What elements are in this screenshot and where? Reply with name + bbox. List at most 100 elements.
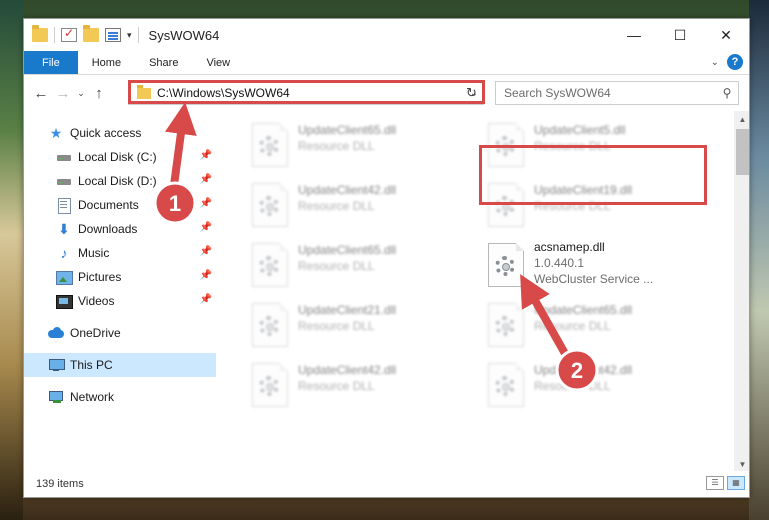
- up-button[interactable]: ↑: [88, 85, 110, 102]
- scroll-up-icon[interactable]: ▲: [734, 111, 749, 128]
- address-highlight-box: [128, 80, 485, 104]
- documents-icon: [56, 198, 72, 214]
- search-icon[interactable]: ⚲: [716, 86, 738, 100]
- pin-icon[interactable]: 📌: [200, 270, 212, 281]
- search-box[interactable]: Search SysWOW64 ⚲: [495, 81, 739, 105]
- gear-icon: [259, 196, 279, 216]
- gear-icon: [259, 256, 279, 276]
- new-folder-icon[interactable]: [83, 25, 99, 42]
- details-view-icon[interactable]: ☰: [706, 476, 724, 490]
- sidebar-item-documents[interactable]: Documents 📌: [24, 193, 216, 217]
- item-count: 139 items: [36, 478, 84, 490]
- file-type: Resource DLL: [298, 139, 375, 153]
- recent-locations-dropdown-icon[interactable]: ⌄: [74, 88, 88, 99]
- file-version: 1.0.440.1: [534, 256, 585, 270]
- search-input[interactable]: Search SysWOW64: [504, 86, 716, 100]
- scrollbar-thumb[interactable]: [736, 129, 749, 175]
- properties-list-icon[interactable]: [105, 28, 121, 42]
- dll-file-icon: [252, 183, 288, 227]
- pin-icon[interactable]: 📌: [200, 246, 212, 257]
- sidebar-item-label: This PC: [70, 358, 113, 372]
- sidebar-item-label: Local Disk (C:): [78, 150, 157, 164]
- sidebar-item-label: Network: [70, 390, 115, 404]
- sidebar-item-label: Local Disk (D:): [78, 174, 157, 188]
- vertical-scrollbar[interactable]: ▲ ▼: [734, 111, 749, 473]
- gear-icon: [495, 316, 515, 336]
- sidebar-item-pictures[interactable]: Pictures 📌: [24, 265, 216, 289]
- desktop-background-right: [749, 0, 769, 520]
- tab-home[interactable]: Home: [78, 51, 135, 74]
- toolbar-divider: [54, 27, 55, 43]
- dll-file-icon: [252, 123, 288, 167]
- pin-icon[interactable]: 📌: [200, 294, 212, 305]
- file-description: WebCluster Service ...: [534, 272, 654, 286]
- expand-ribbon-chevron-icon[interactable]: ⌄: [711, 57, 719, 68]
- file-item[interactable]: UpdateClient65.dll Resource DLL: [480, 297, 710, 353]
- tab-view[interactable]: View: [192, 51, 244, 74]
- sidebar-item-local-disk-d[interactable]: Local Disk (D:) 📌: [24, 169, 216, 193]
- pin-icon[interactable]: 📌: [200, 222, 212, 233]
- cloud-icon: [48, 326, 64, 340]
- sidebar-item-label: Documents: [78, 198, 139, 212]
- help-icon[interactable]: ?: [727, 54, 743, 70]
- drive-icon: [56, 150, 72, 164]
- large-icons-view-icon[interactable]: ▦: [727, 476, 745, 490]
- sidebar-item-onedrive[interactable]: OneDrive: [24, 321, 216, 345]
- download-arrow-icon: ⬇: [58, 221, 70, 237]
- navigation-pane: ★ Quick access Local Disk (C:) 📌 Local D…: [24, 111, 216, 473]
- videos-icon: [56, 294, 73, 309]
- sidebar-item-network[interactable]: Network: [24, 385, 216, 409]
- file-type: Resource DLL: [298, 199, 375, 213]
- file-type: Resource DLL: [534, 319, 611, 333]
- tab-file[interactable]: File: [24, 51, 78, 74]
- file-name: UpdateClient65.dll: [534, 303, 633, 317]
- pin-icon[interactable]: 📌: [200, 150, 212, 161]
- file-item[interactable]: UpdateClient42.dll Resource DLL: [244, 357, 474, 413]
- music-note-icon: ♪: [60, 245, 68, 261]
- pictures-icon: [56, 270, 73, 285]
- sidebar-item-music[interactable]: ♪ Music 📌: [24, 241, 216, 265]
- file-type: Resource DLL: [298, 379, 375, 393]
- forward-button[interactable]: →: [52, 85, 74, 102]
- file-item[interactable]: UpdateClient65.dll Resource DLL: [244, 237, 474, 293]
- sidebar-item-this-pc[interactable]: This PC: [24, 353, 216, 377]
- sidebar-item-videos[interactable]: Videos 📌: [24, 289, 216, 313]
- file-name: UpdateClient65.dll: [298, 123, 397, 137]
- customize-toolbar-dropdown-icon[interactable]: ▾: [127, 30, 132, 41]
- window-title: SysWOW64: [148, 27, 220, 43]
- file-type: Resource DLL: [534, 379, 611, 393]
- file-item[interactable]: UpdateClient42.dll Resource DLL: [480, 357, 710, 413]
- file-name: UpdateClient42.dll: [298, 183, 397, 197]
- tab-share[interactable]: Share: [135, 51, 192, 74]
- gear-icon: [495, 376, 515, 396]
- sidebar-item-label: Videos: [78, 294, 115, 308]
- dll-file-icon: [252, 363, 288, 407]
- dll-file-icon: [488, 303, 524, 347]
- gear-icon: [495, 256, 515, 276]
- dll-file-icon: [252, 303, 288, 347]
- maximize-button[interactable]: ☐: [657, 19, 703, 51]
- file-name: acsnamep.dll: [534, 240, 605, 254]
- sidebar-item-downloads[interactable]: ⬇ Downloads 📌: [24, 217, 216, 241]
- sidebar-item-label: Pictures: [78, 270, 122, 284]
- pin-icon[interactable]: 📌: [200, 198, 212, 209]
- back-button[interactable]: ←: [30, 85, 52, 102]
- properties-check-icon[interactable]: [61, 26, 77, 42]
- file-item-acsnamep[interactable]: acsnamep.dll 1.0.440.1 WebCluster Servic…: [480, 237, 710, 297]
- file-name: UpdateClient42.dll: [298, 363, 397, 377]
- status-bar: 139 items ☰ ▦: [24, 471, 749, 497]
- file-item[interactable]: UpdateClient65.dll Resource DLL: [244, 117, 474, 173]
- gear-icon: [259, 376, 279, 396]
- pin-icon[interactable]: 📌: [200, 174, 212, 185]
- file-item[interactable]: UpdateClient42.dll Resource DLL: [244, 177, 474, 233]
- file-item[interactable]: UpdateClient21.dll Resource DLL: [244, 297, 474, 353]
- close-button[interactable]: ✕: [703, 19, 749, 51]
- window-controls: — ☐ ✕: [611, 19, 749, 51]
- sidebar-item-quick-access[interactable]: ★ Quick access: [24, 121, 216, 145]
- computer-icon: [48, 358, 65, 372]
- toolbar-divider: [137, 27, 139, 43]
- sidebar-item-local-disk-c[interactable]: Local Disk (C:) 📌: [24, 145, 216, 169]
- dll-file-icon: [488, 363, 524, 407]
- minimize-button[interactable]: —: [611, 19, 657, 51]
- title-bar: ▾ SysWOW64 — ☐ ✕: [24, 19, 749, 51]
